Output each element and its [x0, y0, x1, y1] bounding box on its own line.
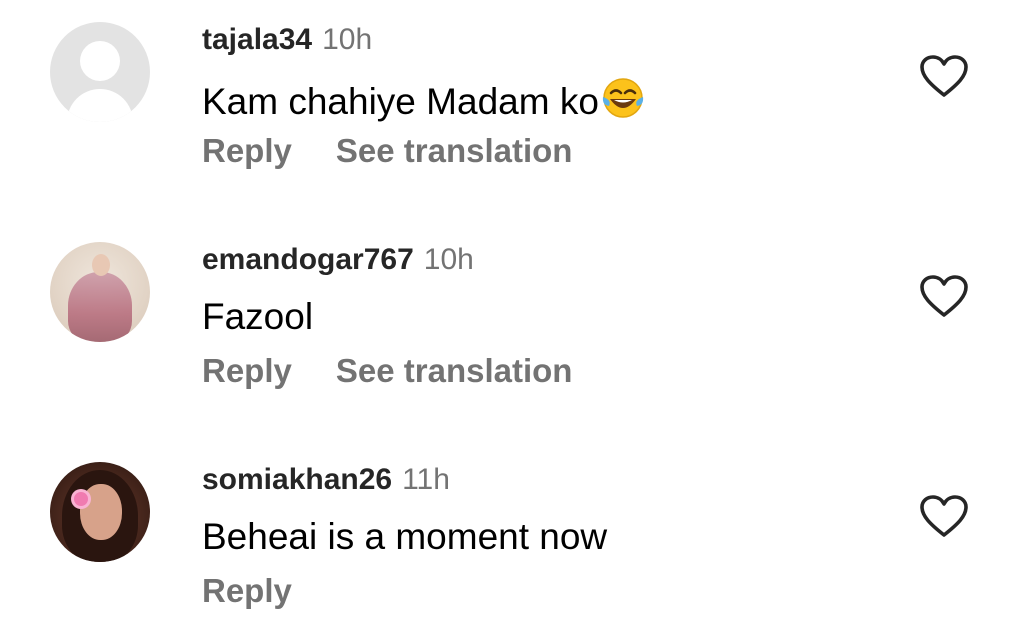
- face-with-tears-of-joy-icon: [601, 76, 645, 129]
- avatar[interactable]: [50, 242, 150, 342]
- comment-header: tajala34 10h: [202, 23, 372, 57]
- comment-body: Beheai is a moment now: [202, 516, 608, 557]
- username-link[interactable]: emandogar767: [202, 243, 414, 276]
- comment-item: somiakhan26 11h Beheai is a moment now Re…: [0, 440, 1024, 640]
- comment-item: emandogar767 10h Fazool Reply See translat…: [0, 220, 1024, 420]
- reply-button[interactable]: Reply: [202, 352, 292, 389]
- comment-header: somiakhan26 11h: [202, 463, 450, 497]
- default-avatar-head-icon: [80, 41, 120, 81]
- comment-text: Fazool: [202, 296, 313, 338]
- heart-outline-icon[interactable]: [918, 274, 970, 320]
- comment-body: Kam chahiye Madam ko: [202, 81, 599, 122]
- avatar[interactable]: [50, 22, 150, 122]
- reply-button[interactable]: Reply: [202, 572, 292, 609]
- comment-text: Kam chahiye Madam ko: [202, 76, 645, 129]
- username-link[interactable]: somiakhan26: [202, 463, 392, 496]
- comment-timestamp: 11h: [402, 463, 450, 496]
- see-translation-button[interactable]: See translation: [336, 132, 573, 169]
- avatar-face: [92, 254, 110, 276]
- reply-button[interactable]: Reply: [202, 132, 292, 169]
- avatar-face: [80, 484, 122, 540]
- comment-timestamp: 10h: [322, 23, 373, 56]
- comment-item: tajala34 10h Kam chahiye Madam ko Reply Se…: [0, 0, 1024, 200]
- comment-actions: Reply: [202, 572, 292, 610]
- comment-actions: Reply See translation: [202, 352, 572, 390]
- username-link[interactable]: tajala34: [202, 23, 312, 56]
- comment-text: Beheai is a moment now: [202, 516, 607, 558]
- see-translation-button[interactable]: See translation: [336, 352, 573, 389]
- comment-timestamp: 10h: [423, 243, 474, 276]
- heart-outline-icon[interactable]: [918, 494, 970, 540]
- heart-outline-icon[interactable]: [918, 54, 970, 100]
- comment-header: emandogar767 10h: [202, 243, 474, 277]
- comment-actions: Reply See translation: [202, 132, 572, 170]
- avatar[interactable]: [50, 462, 150, 562]
- flower-icon: [74, 492, 88, 506]
- default-avatar-body-icon: [67, 89, 133, 122]
- avatar-figure: [68, 272, 132, 342]
- comment-body: Fazool: [202, 296, 314, 337]
